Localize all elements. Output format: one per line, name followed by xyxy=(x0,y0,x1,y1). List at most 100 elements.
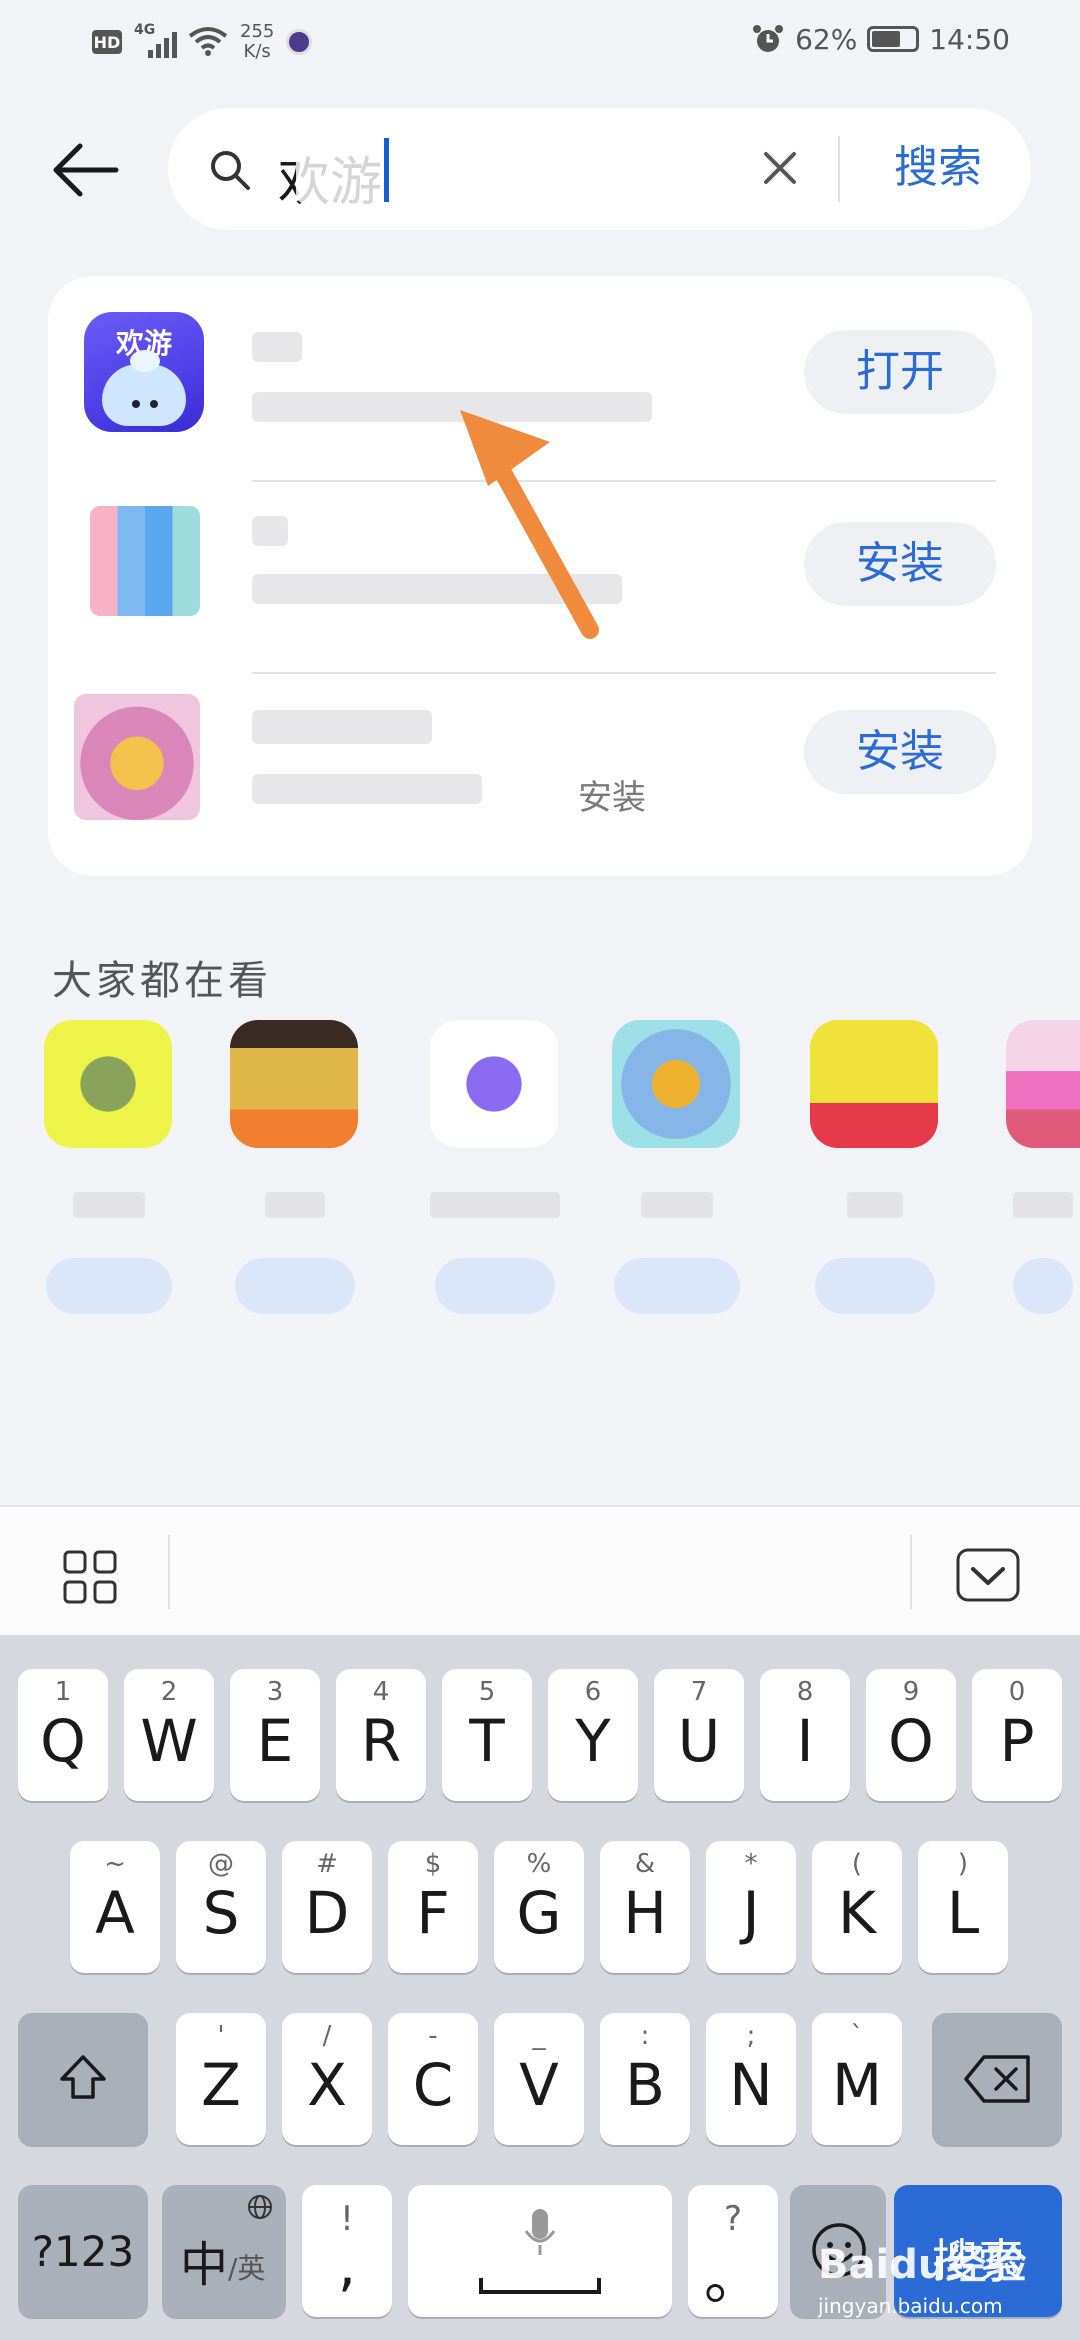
status-bar: HD 4G 255 K/s 62% 14:50 xyxy=(0,0,1080,90)
redacted-button xyxy=(815,1258,935,1314)
redacted-name xyxy=(265,1192,325,1218)
key-w[interactable]: 2W xyxy=(124,1669,214,1801)
redacted-title xyxy=(252,332,302,362)
key-a[interactable]: ~ A xyxy=(70,1841,160,1973)
key-r[interactable]: 4R xyxy=(336,1669,426,1801)
search-divider xyxy=(838,136,840,202)
key-d[interactable]: # D xyxy=(282,1841,372,1973)
app-icon xyxy=(612,1020,740,1148)
key-s[interactable]: @ S xyxy=(176,1841,266,1973)
list-item[interactable] xyxy=(810,1020,940,1314)
list-item[interactable] xyxy=(430,1020,560,1314)
period-key[interactable]: ? 。 xyxy=(688,2185,778,2317)
redacted-name xyxy=(73,1192,145,1218)
lang-switch-key[interactable]: 中 /英 xyxy=(162,2185,286,2317)
battery-icon xyxy=(867,26,920,52)
list-item[interactable] xyxy=(612,1020,742,1314)
list-item[interactable] xyxy=(230,1020,360,1314)
redacted-title xyxy=(252,516,288,546)
microphone-icon xyxy=(524,2209,556,2255)
redacted-button xyxy=(1013,1258,1073,1314)
redacted-title xyxy=(252,710,432,744)
clock: 14:50 xyxy=(929,22,1010,56)
mascot-icon xyxy=(102,350,186,426)
list-item[interactable] xyxy=(44,1020,174,1314)
clear-icon[interactable] xyxy=(758,146,802,190)
watermark-url: jingyan.baidu.com xyxy=(818,2294,1003,2318)
key-h[interactable]: & H xyxy=(600,1841,690,1973)
key-p[interactable]: 0P xyxy=(972,1669,1062,1801)
num-switch-key[interactable]: ?123 xyxy=(18,2185,148,2317)
lang-alt-label: /英 xyxy=(228,2252,266,2285)
install-button[interactable]: 安装 xyxy=(804,710,996,794)
hide-keyboard-icon[interactable] xyxy=(955,1547,1021,1603)
redacted-button xyxy=(235,1258,355,1314)
key-t[interactable]: 5T xyxy=(442,1669,532,1801)
key-g[interactable]: % G xyxy=(494,1841,584,1973)
key-c[interactable]: -C xyxy=(388,2013,478,2145)
open-button[interactable]: 打开 xyxy=(804,330,996,414)
key-o[interactable]: 9O xyxy=(866,1669,956,1801)
shift-icon xyxy=(60,2055,106,2099)
notification-app-icon xyxy=(286,29,313,55)
alarm-icon xyxy=(753,25,784,52)
divider xyxy=(910,1535,912,1609)
redacted-subtitle xyxy=(252,774,482,804)
redacted-name xyxy=(430,1192,560,1218)
watermark-brand: Baidu经验 xyxy=(818,2242,1027,2288)
wifi-icon xyxy=(188,27,228,56)
redacted-button xyxy=(435,1258,555,1314)
app-icon xyxy=(90,506,200,616)
search-icon xyxy=(211,151,250,190)
redacted-button xyxy=(46,1258,172,1314)
app-icon xyxy=(230,1020,358,1148)
key-k[interactable]: (K xyxy=(812,1841,902,1973)
redacted-button xyxy=(614,1258,740,1314)
redacted-name xyxy=(847,1192,903,1218)
install-status-text: 安装 xyxy=(578,778,646,818)
shift-key[interactable] xyxy=(18,2013,148,2145)
annotation-arrow-icon xyxy=(460,410,599,639)
backspace-key[interactable] xyxy=(932,2013,1062,2145)
back-arrow-icon[interactable] xyxy=(50,140,120,200)
text-caret xyxy=(384,138,389,202)
watermark: Baidu经验 jingyan.baidu.com xyxy=(818,2232,1068,2318)
lang-main-label: 中 xyxy=(180,2237,229,2293)
globe-icon xyxy=(248,2195,272,2219)
key-x[interactable]: / X xyxy=(282,2013,372,2145)
hd-badge: HD xyxy=(92,30,122,54)
key-u[interactable]: 7U xyxy=(654,1669,744,1801)
key-i[interactable]: 8I xyxy=(760,1669,850,1801)
key-j[interactable]: * J xyxy=(706,1841,796,1973)
search-input[interactable]: 欢游 搜索 xyxy=(168,108,1031,230)
list-item[interactable] xyxy=(1006,1020,1080,1314)
key-n[interactable]: ; N xyxy=(706,2013,796,2145)
menu-grid-icon[interactable] xyxy=(62,1549,118,1605)
app-icon xyxy=(810,1020,938,1148)
install-button[interactable]: 安装 xyxy=(804,522,996,606)
key-e[interactable]: 3E xyxy=(230,1669,320,1801)
key-f[interactable]: $ F xyxy=(388,1841,478,1973)
app-icon-huanyou: 欢游 xyxy=(84,312,204,432)
key-q[interactable]: 1Q xyxy=(18,1669,108,1801)
list-item[interactable]: 安装 安装 xyxy=(48,674,1032,864)
key-z[interactable]: ' Z xyxy=(176,2013,266,2145)
recommend-row xyxy=(0,1020,1080,1320)
section-title: 大家都在看 xyxy=(52,958,272,1004)
keyboard-toolbar xyxy=(0,1505,1080,1635)
app-icon xyxy=(430,1020,558,1148)
network-speed: 255 K/s xyxy=(240,21,275,62)
search-button[interactable]: 搜索 xyxy=(858,138,1018,198)
space-key[interactable] xyxy=(408,2185,672,2317)
app-icon xyxy=(44,1020,172,1148)
redacted-overlay xyxy=(296,134,382,204)
comma-key[interactable]: ! , xyxy=(302,2185,392,2317)
redacted-name xyxy=(641,1192,713,1218)
key-m[interactable]: ` M xyxy=(812,2013,902,2145)
key-v[interactable]: _ V xyxy=(494,2013,584,2145)
space-icon xyxy=(479,2278,601,2294)
redacted-name xyxy=(1013,1192,1073,1218)
key-l[interactable]: ) L xyxy=(918,1841,1008,1973)
key-b[interactable]: :B xyxy=(600,2013,690,2145)
key-y[interactable]: 6Y xyxy=(548,1669,638,1801)
